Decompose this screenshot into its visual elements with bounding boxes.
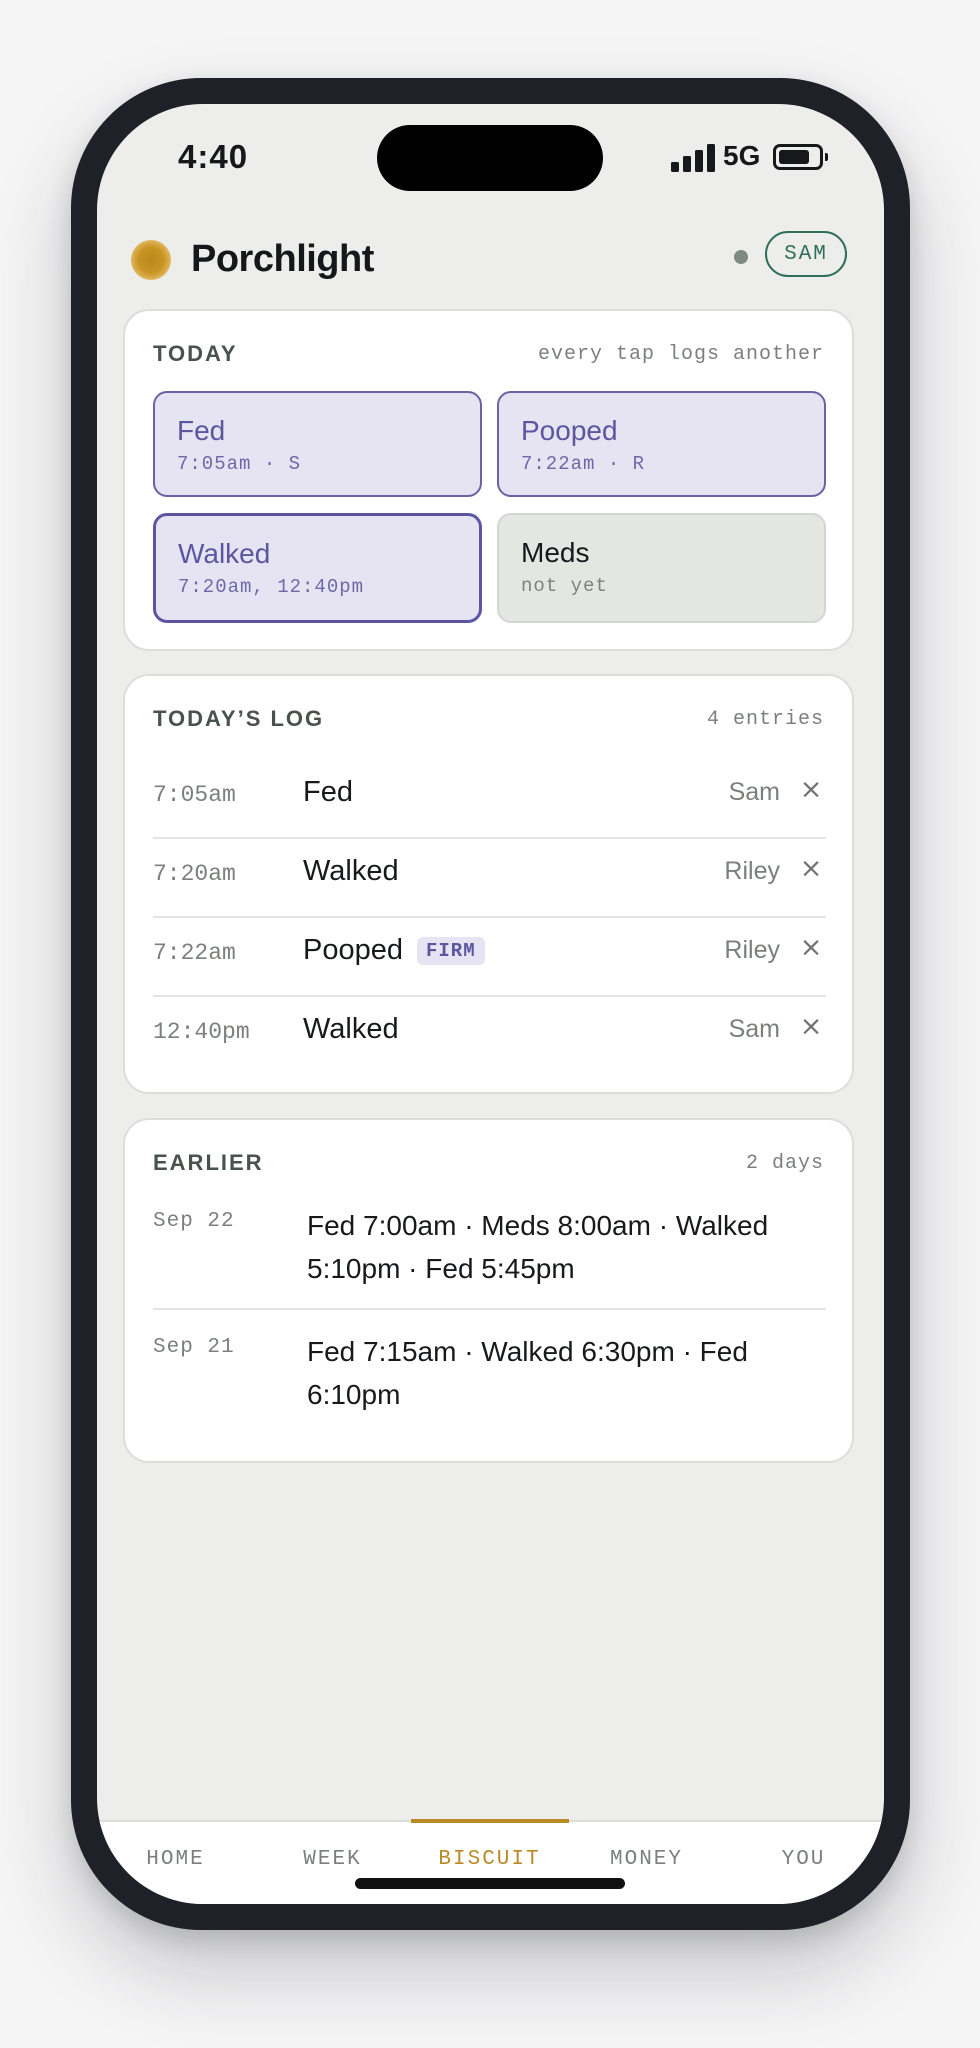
- remove-entry-button[interactable]: ×: [796, 849, 826, 889]
- earlier-count: 2 days: [745, 1152, 824, 1175]
- battery-icon: [773, 144, 828, 170]
- remove-entry-button[interactable]: ×: [796, 928, 826, 968]
- log-who: Sam: [728, 778, 780, 806]
- user-switch-button[interactable]: SAM: [765, 231, 847, 277]
- tab-biscuit[interactable]: BISCUIT: [411, 1848, 568, 1871]
- tab-week[interactable]: WEEK: [254, 1848, 411, 1871]
- remove-entry-button[interactable]: ×: [796, 770, 826, 810]
- tab-you[interactable]: YOU: [725, 1848, 882, 1871]
- porchlight-logo-icon: [131, 240, 171, 280]
- tile-meds[interactable]: Meds not yet: [497, 513, 826, 623]
- home-indicator[interactable]: [355, 1878, 625, 1889]
- earlier-summary: Fed 7:15am · Walked 6:30pm · Fed 6:10pm: [307, 1336, 748, 1410]
- app-name: Porchlight: [191, 238, 374, 280]
- earlier-title: EARLIER: [153, 1150, 264, 1175]
- log-event-label: Walked: [303, 1013, 399, 1045]
- today-title: TODAY: [153, 341, 238, 366]
- tile-label: Pooped: [521, 415, 618, 446]
- log-time: 7:22am: [153, 940, 236, 966]
- log-time: 12:40pm: [153, 1019, 250, 1045]
- tab-money[interactable]: MONEY: [568, 1848, 725, 1871]
- tab-home[interactable]: HOME: [97, 1848, 254, 1871]
- log-title: TODAY’S LOG: [153, 706, 325, 731]
- log-who: Riley: [724, 857, 780, 885]
- today-hint: every tap logs another: [537, 343, 824, 366]
- tile-sub: 7:20am, 12:40pm: [178, 576, 365, 598]
- log-entry: 12:40pm Walked Sam ×: [153, 995, 826, 1074]
- log-time: 7:05am: [153, 782, 236, 808]
- log-event-label: Fed: [303, 776, 353, 808]
- log-entry: 7:05am Fed Sam ×: [153, 758, 826, 839]
- phone-frame: 4:40 5G Porchlight SAM TODAY every tap l…: [71, 78, 910, 1930]
- todays-log-card: TODAY’S LOG 4 entries 7:05am Fed Sam × 7…: [123, 674, 854, 1094]
- tile-fed[interactable]: Fed 7:05am · S: [153, 391, 482, 497]
- tile-label: Walked: [178, 538, 271, 569]
- today-card: TODAY every tap logs another Fed 7:05am …: [123, 309, 854, 651]
- signal-icon: [671, 144, 715, 172]
- earlier-day: Sep 21 Fed 7:15am · Walked 6:30pm · Fed …: [153, 1330, 826, 1434]
- status-time: 4:40: [178, 138, 249, 175]
- tile-pooped[interactable]: Pooped 7:22am · R: [497, 391, 826, 497]
- dynamic-island: [377, 125, 603, 191]
- tile-walked[interactable]: Walked 7:20am, 12:40pm: [153, 513, 482, 623]
- earlier-summary: Fed 7:00am · Meds 8:00am · Walked 5:10pm…: [307, 1210, 769, 1284]
- stool-badge: FIRM: [417, 936, 485, 965]
- log-event-label: Pooped: [303, 934, 403, 966]
- tile-sub: 7:22am · R: [521, 453, 646, 475]
- log-time: 7:20am: [153, 861, 236, 887]
- network-label: 5G: [723, 140, 761, 171]
- earlier-day: Sep 22 Fed 7:00am · Meds 8:00am · Walked…: [153, 1204, 826, 1310]
- log-entry: 7:20am Walked Riley ×: [153, 837, 826, 918]
- presence-dot-icon: [734, 250, 748, 264]
- remove-entry-button[interactable]: ×: [796, 1007, 826, 1047]
- tile-sub: 7:05am · S: [177, 453, 302, 475]
- log-who: Riley: [724, 936, 780, 964]
- log-count: 4 entries: [706, 708, 824, 731]
- active-tab-indicator: [411, 1819, 569, 1823]
- tile-label: Fed: [177, 415, 226, 446]
- log-event: Pooped FIRM: [303, 934, 485, 967]
- earlier-card: EARLIER 2 days Sep 22 Fed 7:00am · Meds …: [123, 1118, 854, 1463]
- earlier-date: Sep 21: [153, 1336, 235, 1359]
- tab-bar: HOME WEEK BISCUIT MONEY YOU: [97, 1819, 884, 1904]
- log-event: Walked: [303, 1013, 399, 1046]
- tile-label: Meds: [521, 537, 590, 568]
- log-event: Fed: [303, 776, 353, 809]
- log-event: Walked: [303, 855, 399, 888]
- screen: 4:40 5G Porchlight SAM TODAY every tap l…: [97, 104, 884, 1904]
- log-event-label: Walked: [303, 855, 399, 887]
- status-bar: 4:40 5G: [97, 104, 884, 214]
- log-entry: 7:22am Pooped FIRM Riley ×: [153, 916, 826, 997]
- tile-sub: not yet: [521, 575, 608, 597]
- earlier-date: Sep 22: [153, 1210, 235, 1233]
- log-who: Sam: [728, 1015, 780, 1043]
